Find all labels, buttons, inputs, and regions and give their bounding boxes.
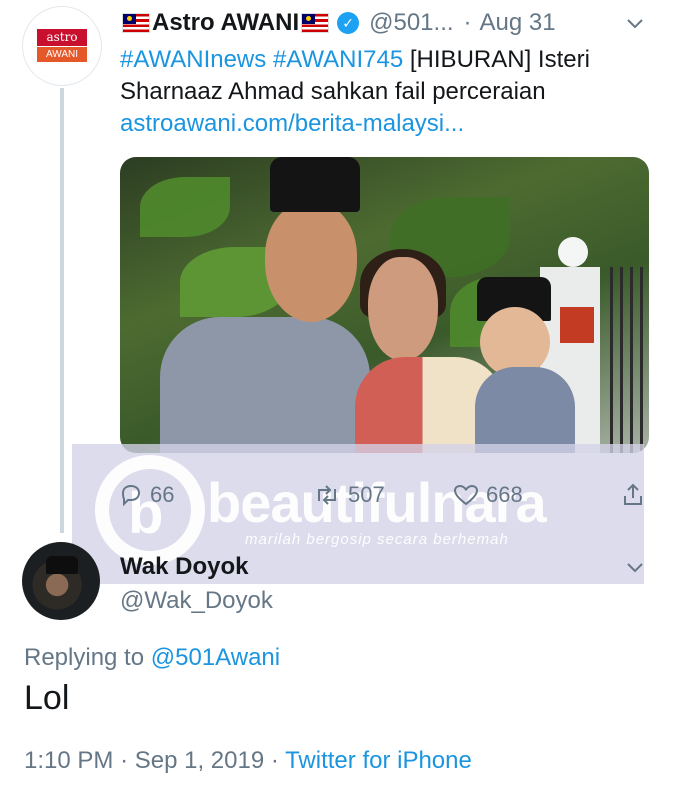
reply-mention-link[interactable]: @501Awani [151,644,280,671]
avatar-cap [46,556,78,574]
astro-awani-avatar[interactable]: astro AWANI [22,6,102,86]
foliage [140,177,230,237]
tweet-photo[interactable] [120,157,649,453]
reply-author-name[interactable]: Wak Doyok [120,553,248,581]
article-link[interactable]: astroawani.com/berita-malaysi... [120,110,464,138]
wak-doyok-avatar[interactable] [22,542,100,620]
share-button[interactable] [620,482,652,508]
baby-figure [475,367,575,453]
separator-dot: · [463,9,472,36]
like-button[interactable]: 668 [452,482,523,508]
chevron-down-icon[interactable] [624,12,646,34]
malaysia-flag-icon [122,13,150,33]
avatar-logo-top: astro [37,29,87,46]
tweet-full-date[interactable]: Sep 1, 2019 [135,747,264,774]
like-count: 668 [486,482,523,507]
mailbox [560,307,594,343]
verified-badge-icon: ✓ [337,12,360,34]
separator-dot: · [120,747,129,774]
retweet-icon [312,483,348,507]
tweet-time[interactable]: 1:10 PM [24,747,113,774]
author-display-name[interactable]: Astro AWANI [152,9,299,37]
watermark-tagline: marilah bergosip secara berhemah [245,531,509,548]
lamp-globe [558,237,588,267]
iron-gate [610,267,649,453]
replying-prefix: Replying to [24,644,151,671]
separator-dot: · [270,747,279,774]
songkok-cap [270,157,360,212]
thread-connector-line [60,88,64,533]
reply-icon [118,483,150,507]
man-head [265,202,357,322]
heart-icon [452,483,486,507]
author-handle[interactable]: @501... [369,9,453,37]
tweet-meta: 1:10 PM · Sep 1, 2019 · Twitter for iPho… [24,747,472,775]
hashtag-link[interactable]: #AWANInews [120,46,266,73]
retweet-button[interactable]: 507 [312,482,385,508]
hashtag-link[interactable]: #AWANI745 [273,46,403,73]
tweet-header: Astro AWANI ✓ @501... · Aug 31 [120,8,556,38]
tweet-body: #AWANInews #AWANI745 [HIBURAN] Isteri Sh… [120,44,660,108]
avatar-logo-bottom: AWANI [37,47,87,62]
man-figure [160,317,370,453]
reply-author-handle[interactable]: @Wak_Doyok [120,587,273,615]
chevron-down-icon[interactable] [624,556,646,578]
tweet-date[interactable]: Aug 31 [480,9,556,37]
reply-count: 66 [150,482,175,507]
replying-to-line: Replying to @501Awani [24,644,280,672]
share-icon [620,482,652,508]
retweet-count: 507 [348,482,385,507]
tweet-source-link[interactable]: Twitter for iPhone [285,747,472,774]
malaysia-flag-icon [301,13,330,33]
reply-button[interactable]: 66 [118,482,174,508]
woman-head [368,257,438,361]
reply-text: Lol [24,679,70,717]
